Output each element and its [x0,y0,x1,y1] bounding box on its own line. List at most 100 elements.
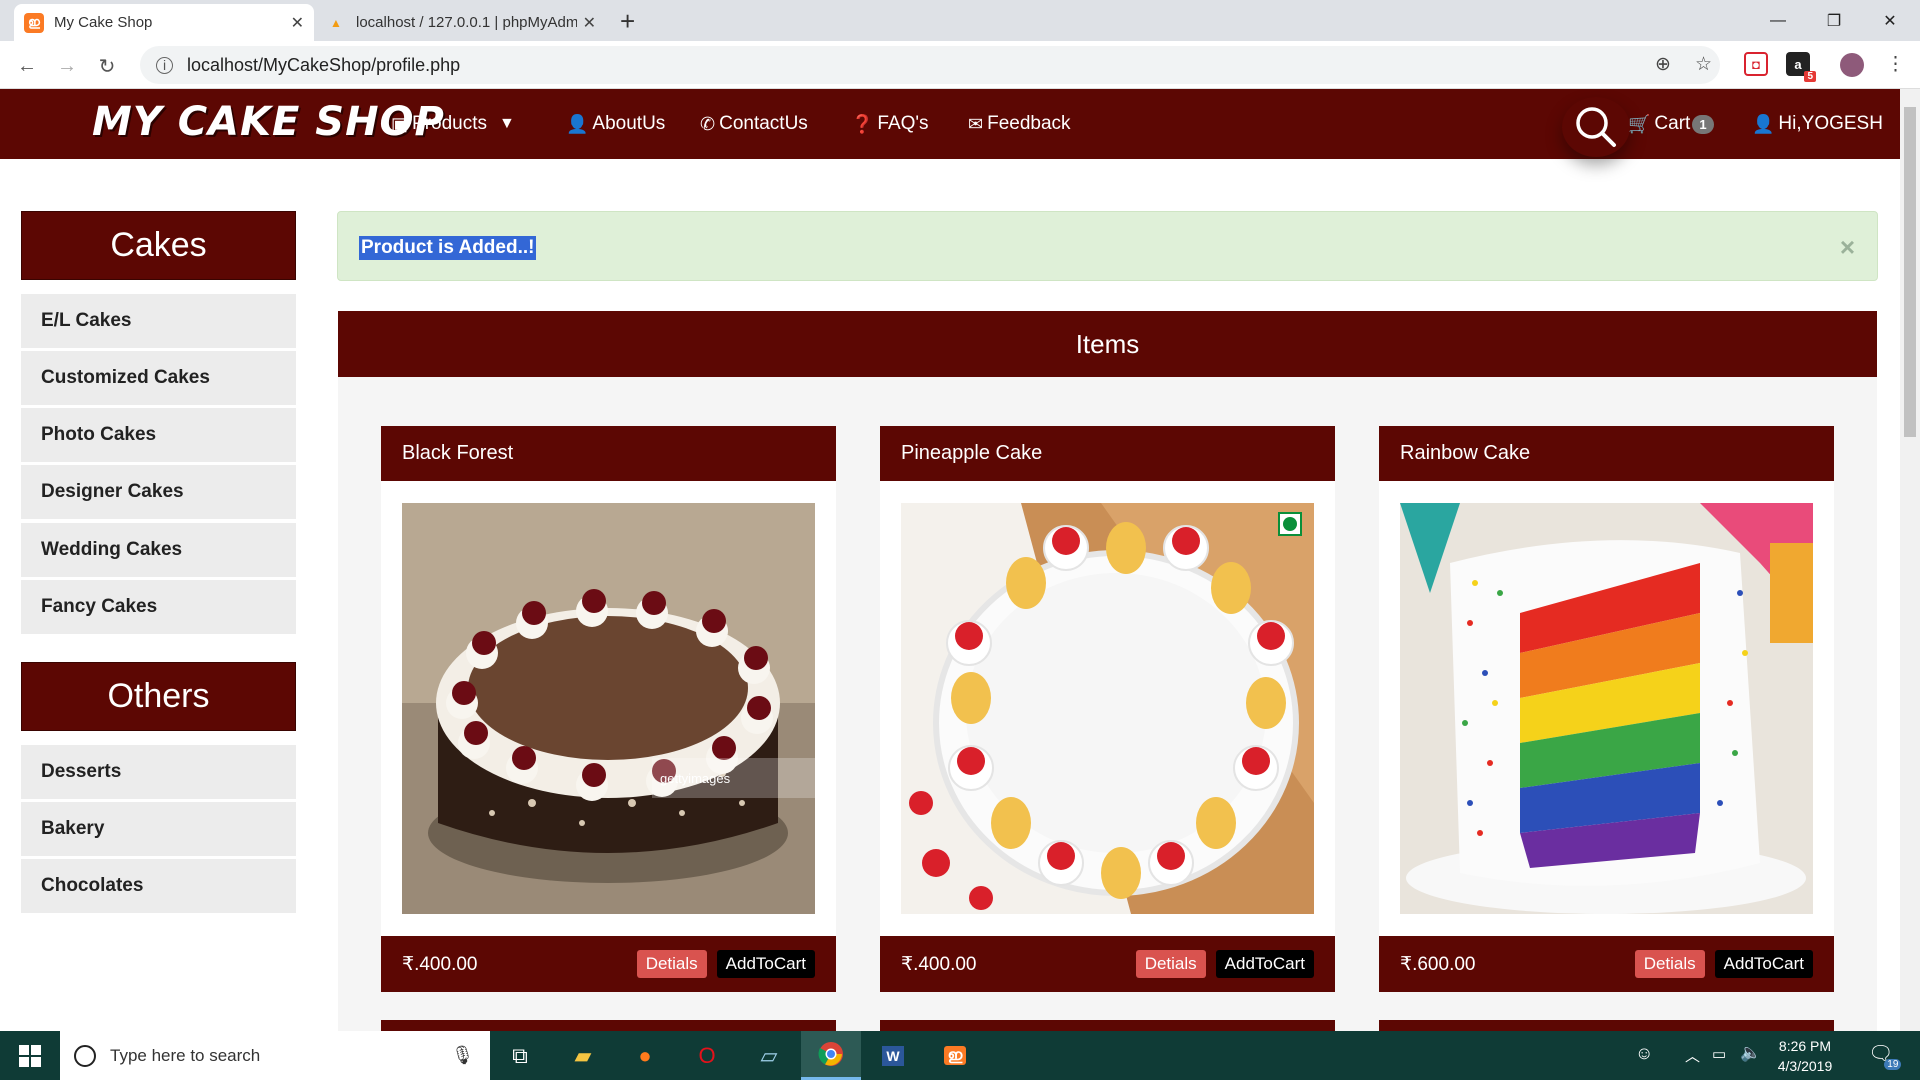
nav-faq-label: FAQ's [877,113,929,134]
opera-icon[interactable]: O [677,1031,737,1080]
nav-contact-label: ContactUs [719,113,808,134]
product-footer: ₹.400.00 Detials AddToCart [880,936,1335,992]
user-icon: 👤 [1752,113,1775,134]
tab-phpmyadmin[interactable]: ▲ localhost / 127.0.0.1 | phpMyAdm ✕ [316,4,606,41]
clock-date: 4/3/2019 [1777,1058,1833,1074]
nav-cart-label: Cart [1654,113,1691,134]
sidebar-item-fancy-cakes[interactable]: Fancy Cakes [21,580,296,634]
amazon-extension-icon[interactable]: a 5 [1786,52,1816,82]
product-footer: ₹.600.00 Detials AddToCart [1379,936,1834,992]
product-price: ₹.400.00 [402,953,478,975]
add-to-cart-button[interactable]: AddToCart [1714,950,1813,978]
tab-title: My Cake Shop [54,14,153,31]
site-navbar: MY CAKE SHOP ▣ Products ▼ 👤 AboutUs ✆ Co… [0,89,1920,159]
product-title[interactable]: Black Forest [381,426,836,481]
product-card-black-forest: Black Forest gettyimages ₹.400.00 Detial… [381,426,836,992]
nav-user[interactable]: 👤 Hi,YOGESH [1752,89,1883,159]
system-clock[interactable]: 8:26 PM 4/3/2019 [1760,1036,1850,1076]
sidebar-item-wedding-cakes[interactable]: Wedding Cakes [21,523,296,577]
nav-contact[interactable]: ✆ ContactUs [700,89,808,159]
black-forest-image[interactable]: gettyimages [402,503,815,914]
search-button[interactable] [1562,97,1630,157]
battery-icon[interactable]: ▭ [1712,1045,1726,1063]
chrome-icon[interactable] [801,1031,861,1080]
add-to-cart-button[interactable]: AddToCart [716,950,815,978]
close-tab-icon[interactable]: ✕ [291,13,304,33]
scrollbar-thumb[interactable] [1904,107,1916,437]
profile-avatar[interactable] [1840,53,1864,77]
sidebar-item-bakery[interactable]: Bakery [21,802,296,856]
minimize-icon[interactable]: — [1750,0,1806,41]
notification-count: 19 [1884,1059,1902,1070]
xampp-icon[interactable]: ഇ [925,1031,985,1080]
volume-icon[interactable]: 🔈 [1740,1043,1761,1063]
sidebar-item-desserts[interactable]: Desserts [21,745,296,799]
sidebar-item-customized-cakes[interactable]: Customized Cakes [21,351,296,405]
address-bar[interactable]: i localhost/MyCakeShop/profile.php [140,46,1720,84]
sidebar-heading-others: Others [21,662,296,731]
word-icon[interactable]: W [863,1031,923,1080]
details-button[interactable]: Detials [1135,950,1206,978]
alert-close-button[interactable]: × [1840,232,1855,263]
microphone-icon[interactable]: 🎙 [451,1045,474,1066]
product-title[interactable]: Rainbow Cake [1379,426,1834,481]
menu-kebab-icon[interactable]: ⋮ [1886,53,1905,76]
maximize-icon[interactable]: ❐ [1806,0,1862,41]
task-view-icon[interactable]: ⧉ [490,1031,550,1080]
nav-feedback[interactable]: ✉ Feedback [968,89,1071,159]
products-icon: ▣ [391,113,409,134]
sidebar-item-designer-cakes[interactable]: Designer Cakes [21,465,296,519]
browser-toolbar: ← → ↻ i localhost/MyCakeShop/profile.php… [0,41,1920,89]
notepad-icon[interactable]: ▱ [739,1031,799,1080]
url-text: localhost/MyCakeShop/profile.php [187,54,461,75]
site-info-icon[interactable]: i [156,56,173,74]
new-tab-button[interactable]: + [620,6,635,37]
items-heading: Items [338,311,1877,377]
nav-faq[interactable]: ❓ FAQ's [851,89,929,159]
nav-products[interactable]: ▣ Products ▼ [391,89,515,159]
cart-icon: 🛒 [1628,113,1651,134]
phone-icon: ✆ [700,113,716,134]
sidebar-item-el-cakes[interactable]: E/L Cakes [21,294,296,348]
notification-icon[interactable]: 🗨 19 [1868,1041,1902,1070]
people-icon[interactable]: ☺ [1635,1043,1653,1064]
firefox-icon[interactable]: ● [615,1031,675,1080]
sidebar-item-photo-cakes[interactable]: Photo Cakes [21,408,296,462]
search-icon [1576,107,1616,147]
back-icon[interactable]: ← [12,51,42,81]
pineapple-cake-image[interactable] [901,503,1314,914]
chevron-up-icon[interactable]: ︿ [1685,1045,1700,1066]
chevron-down-icon: ▼ [499,115,515,132]
nav-feedback-label: Feedback [987,113,1071,134]
product-price: ₹.400.00 [901,953,977,975]
product-title[interactable]: Pineapple Cake [880,426,1335,481]
add-to-cart-button[interactable]: AddToCart [1215,950,1314,978]
taskbar-search-box[interactable]: Type here to search 🎙 [60,1031,490,1080]
details-button[interactable]: Detials [636,950,707,978]
xampp-icon: ഇ [24,12,44,33]
file-explorer-icon[interactable]: ▰ [553,1031,613,1080]
details-button[interactable]: Detials [1634,950,1705,978]
cart-count-badge: 1 [1692,114,1714,134]
close-tab-icon[interactable]: ✕ [583,13,596,33]
svg-text:gettyimages: gettyimages [660,771,731,786]
envelope-icon: ✉ [968,113,984,134]
forward-icon[interactable]: → [52,51,82,81]
page-scrollbar[interactable] [1900,89,1920,1031]
nav-cart[interactable]: 🛒 Cart 1 [1628,89,1714,159]
user-icon: 👤 [566,113,589,134]
phpmyadmin-icon: ▲ [330,15,342,30]
pocket-extension-icon[interactable]: ◘ [1744,52,1768,76]
close-window-icon[interactable]: ✕ [1862,0,1918,41]
tab-title: localhost / 127.0.0.1 | phpMyAdm [356,14,577,31]
zoom-icon[interactable]: ⊕ [1655,53,1671,76]
windows-start-button[interactable] [0,1031,60,1080]
bookmark-star-icon[interactable]: ☆ [1695,53,1712,76]
sidebar-item-chocolates[interactable]: Chocolates [21,859,296,913]
reload-icon[interactable]: ↻ [92,51,122,81]
rainbow-cake-image[interactable] [1400,503,1813,914]
nav-products-label: Products [412,113,487,134]
tab-my-cake-shop[interactable]: ഇ My Cake Shop ✕ [14,4,314,41]
nav-about[interactable]: 👤 AboutUs [566,89,665,159]
product-price: ₹.600.00 [1400,953,1476,975]
